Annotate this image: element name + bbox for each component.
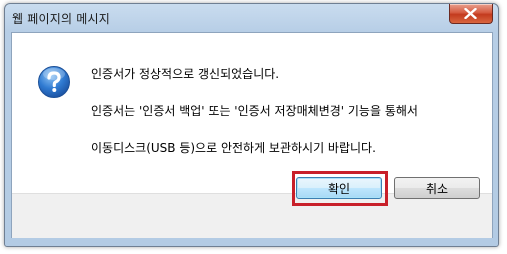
message-line-3: 이동디스크(USB 등)으로 안전하게 보관하시기 바랍니다. [91, 141, 376, 155]
close-icon [464, 8, 477, 19]
close-button[interactable] [449, 4, 493, 24]
window-title: 웹 페이지의 메시지 [12, 12, 110, 26]
button-bar [12, 193, 492, 238]
ok-button[interactable]: 확인 [296, 177, 382, 199]
title-bar[interactable]: 웹 페이지의 메시지 [5, 4, 498, 32]
message-line-1: 인증서가 정상적으로 갱신되었습니다. [91, 67, 280, 81]
dialog-window: 웹 페이지의 메시지 인증서가 정상적으로 갱신되었습니다. 인증서는 '인증서… [4, 3, 499, 247]
info-question-icon [38, 66, 70, 98]
message-area: 인증서가 정상적으로 갱신되었습니다. 인증서는 '인증서 백업' 또는 '인증… [12, 33, 492, 193]
message-line-2: 인증서는 '인증서 백업' 또는 '인증서 저장매체변경' 기능을 통해서 [91, 104, 418, 118]
cancel-button[interactable]: 취소 [394, 177, 480, 199]
dialog-client-area: 인증서가 정상적으로 갱신되었습니다. 인증서는 '인증서 백업' 또는 '인증… [11, 32, 493, 238]
